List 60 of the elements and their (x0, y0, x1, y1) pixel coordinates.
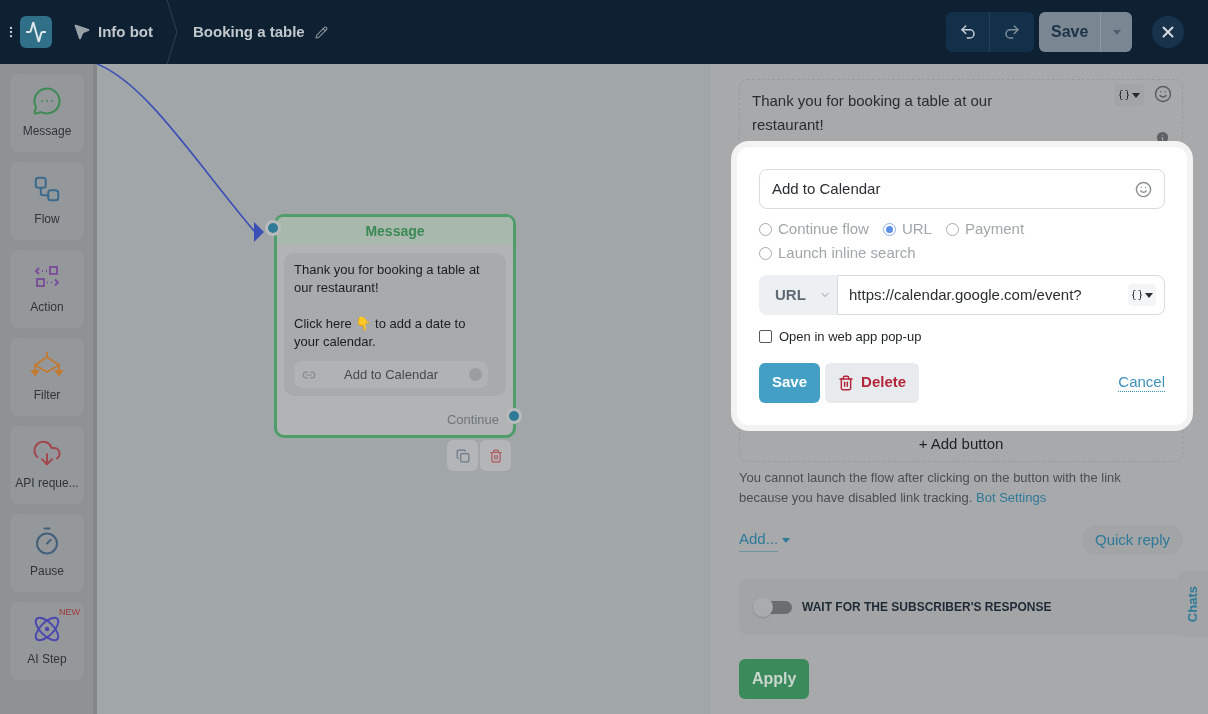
output-label: Continue (446, 410, 499, 429)
sidebar-item[interactable]: API reque... (10, 426, 84, 504)
copy-icon (455, 448, 470, 463)
save-button[interactable]: Save (759, 362, 821, 403)
trash-icon (488, 448, 503, 463)
sidebar-item[interactable]: Flow (10, 162, 84, 240)
output-port (506, 408, 522, 424)
braces-icon (1118, 89, 1130, 101)
flow-title: Booking a table (193, 21, 305, 42)
redo-icon (1003, 23, 1021, 41)
message-text: Thank you for booking a table at our restaurant! (294, 261, 481, 297)
caret-icon (1112, 29, 1121, 35)
input-port (265, 220, 281, 236)
url-field[interactable]: https://calendar.google.com/event? (837, 275, 1165, 315)
atom-icon (32, 614, 62, 644)
undo-icon (958, 23, 977, 41)
variable-button[interactable] (1114, 84, 1144, 106)
link-tracking-notice: You cannot launch the flow after clicking on the button with the link because you have disabled link tracking. Bot Settings (739, 469, 1122, 507)
link-type-select[interactable]: URL (759, 275, 837, 315)
message-text: Thank you for booking a table at our restaurant! (752, 92, 993, 133)
sidebar-item[interactable]: Message (10, 74, 84, 152)
delete-node-button[interactable] (480, 440, 511, 471)
action-radio[interactable]: Continue flow (759, 219, 869, 239)
send-icon (74, 24, 90, 40)
caret-icon (782, 537, 791, 543)
node-title: Message (365, 221, 425, 241)
breadcrumb-chevron-icon (165, 0, 179, 64)
button-text-field[interactable]: Add to Calendar (759, 169, 1165, 209)
caret-icon (1145, 292, 1153, 298)
chat-bubble-icon (32, 86, 62, 116)
action-radio[interactable]: URL (882, 219, 932, 239)
message-text: Click here 👇 to add a date to your calendar. (294, 315, 467, 351)
new-label: NEW (59, 606, 80, 619)
apply-button[interactable]: Apply (739, 659, 810, 699)
cancel-link[interactable]: Cancel (1118, 373, 1165, 392)
braces-icon (1131, 289, 1143, 301)
trash-icon (838, 374, 855, 391)
message-node[interactable]: Message Thank you for booking a table at our restaurant! Click here 👇 to add a date to your calendar. Add to Calendar Continue (274, 214, 516, 438)
sidebar-item[interactable]: Filter (10, 338, 84, 416)
emoji-icon[interactable] (1154, 85, 1172, 103)
sidebar-item[interactable]: NEW AI Step (10, 602, 84, 680)
node-button[interactable]: Add to Calendar (294, 361, 488, 388)
sidebar-item[interactable]: Pause (10, 514, 84, 592)
app-logo[interactable] (20, 16, 52, 48)
action-radio[interactable]: Launch inline search (759, 243, 916, 263)
emoji-icon[interactable] (1135, 180, 1152, 198)
webapp-checkbox[interactable]: Open in web app pop-up (759, 327, 1165, 347)
cloud-icon (32, 438, 62, 468)
flow-icon (32, 174, 62, 204)
variable-button[interactable] (1128, 284, 1156, 306)
sidebar-item[interactable]: Action (10, 250, 84, 328)
close-button[interactable] (1152, 16, 1184, 48)
action-radio[interactable]: Payment (945, 219, 1025, 239)
caret-icon (1132, 92, 1140, 98)
edit-icon[interactable] (314, 25, 328, 39)
wait-response-label: WAIT FOR THE SUBSCRIBER'S RESPONSE (802, 599, 1052, 616)
delete-button[interactable]: Delete (825, 362, 920, 403)
bot-link[interactable]: Info bot (74, 20, 153, 44)
add-button[interactable]: + Add button (740, 427, 1182, 461)
toggle-switch[interactable] (756, 600, 792, 614)
